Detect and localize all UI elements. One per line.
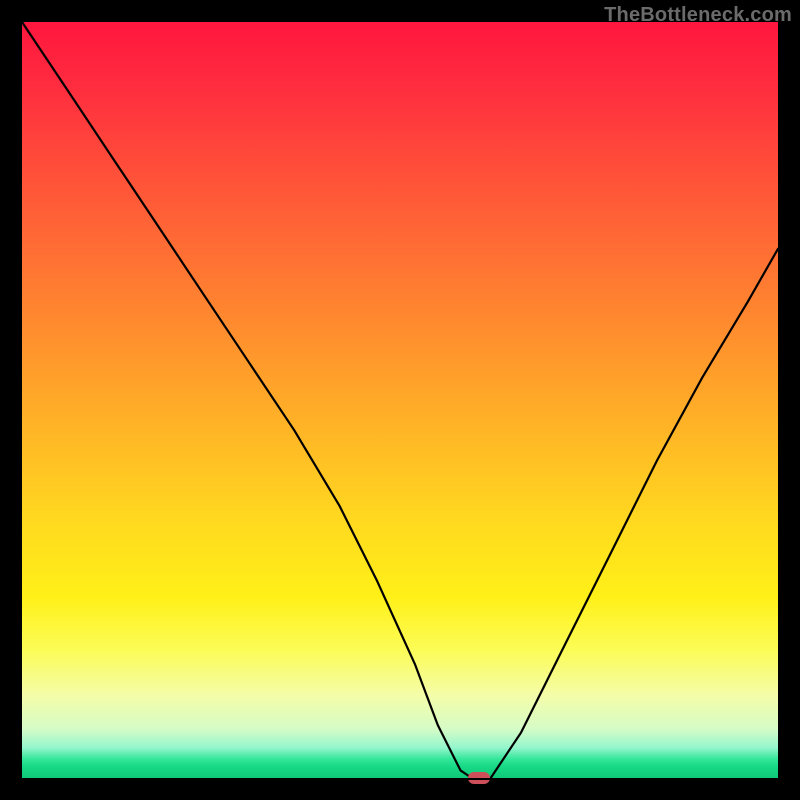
bottleneck-curve: [22, 22, 778, 778]
watermark-text: TheBottleneck.com: [604, 4, 792, 27]
plot-area: [22, 22, 778, 778]
x-axis: [22, 778, 778, 780]
curve-path: [22, 22, 778, 778]
chart-frame: TheBottleneck.com: [0, 0, 800, 800]
